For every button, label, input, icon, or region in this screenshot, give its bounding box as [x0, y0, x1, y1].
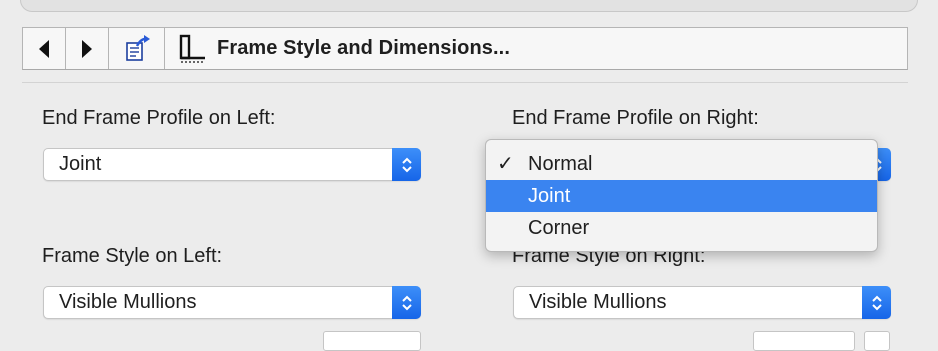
frame-style-right-popup[interactable]: Visible Mullions [513, 286, 891, 319]
forward-button[interactable] [66, 28, 109, 69]
menu-item-label: Corner [528, 217, 590, 239]
checkmark-icon: ✓ [497, 153, 514, 175]
right-number-field[interactable] [753, 331, 855, 351]
menu-item-normal[interactable]: ✓ Normal [486, 148, 877, 180]
top-panel-strip [20, 0, 918, 12]
export-button[interactable] [109, 28, 165, 69]
back-button[interactable] [23, 28, 66, 69]
end-frame-right-menu: ✓ Normal Joint Corner [485, 139, 878, 252]
frame-style-right-value: Visible Mullions [529, 291, 667, 313]
triangle-left-icon [39, 39, 49, 58]
chevron-updown-icon [392, 148, 421, 181]
end-frame-left-popup[interactable]: Joint [43, 148, 421, 181]
frame-dimensions-icon [179, 34, 205, 63]
frame-dimensions-menu[interactable]: Frame Style and Dimensions... [165, 28, 510, 69]
end-frame-right-label: End Frame Profile on Right: [512, 107, 759, 129]
frame-style-left-label: Frame Style on Left: [42, 245, 223, 267]
right-small-button[interactable] [864, 331, 890, 351]
section-divider [22, 82, 908, 83]
menu-item-label: Joint [528, 185, 571, 207]
toolbar: Frame Style and Dimensions... [22, 27, 908, 70]
toolbar-title: Frame Style and Dimensions... [217, 37, 510, 59]
menu-item-corner[interactable]: Corner [486, 212, 877, 244]
frame-style-left-value: Visible Mullions [59, 291, 197, 313]
export-doc-icon [125, 34, 150, 61]
end-frame-left-label: End Frame Profile on Left: [42, 107, 276, 129]
end-frame-left-value: Joint [59, 153, 102, 175]
triangle-right-icon [82, 39, 92, 58]
left-number-field[interactable] [323, 331, 421, 351]
frame-style-left-popup[interactable]: Visible Mullions [43, 286, 421, 319]
menu-item-label: Normal [528, 153, 593, 175]
chevron-updown-icon [862, 286, 891, 319]
menu-item-joint[interactable]: Joint [486, 180, 877, 212]
chevron-updown-icon [392, 286, 421, 319]
